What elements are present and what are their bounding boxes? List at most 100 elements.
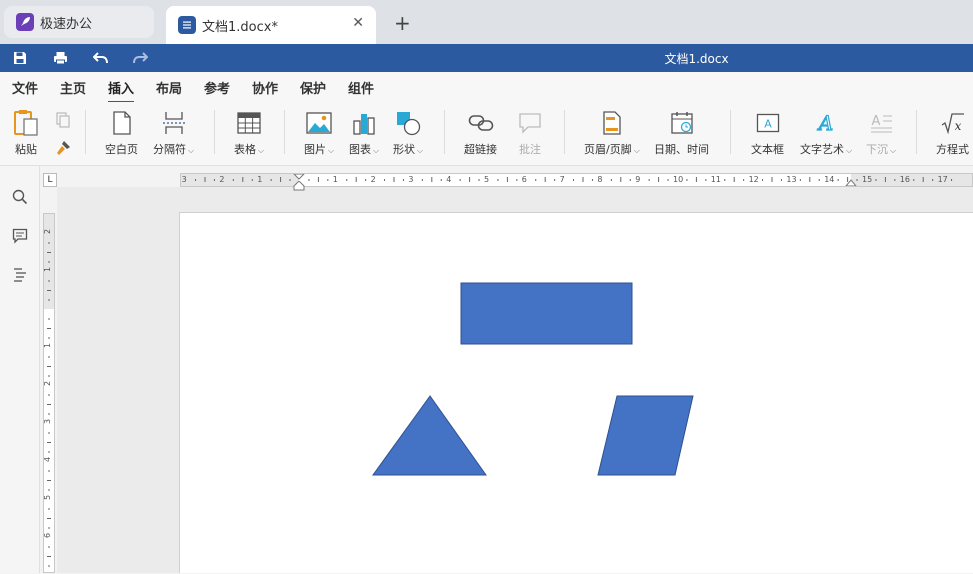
- separator-button[interactable]: 分隔符 ⌵: [153, 110, 194, 157]
- tab-plugins[interactable]: 组件: [348, 78, 374, 97]
- ruler-tick: [195, 179, 197, 181]
- ruler-tick: [48, 565, 50, 567]
- ruler-tick: [48, 546, 50, 548]
- ruler-tick: [837, 179, 839, 181]
- wordart-button[interactable]: A 文字艺术 ⌵: [800, 110, 852, 157]
- tab-file[interactable]: 文件: [12, 78, 38, 97]
- equation-label: 方程式: [936, 143, 969, 156]
- ruler-tick: [762, 179, 764, 181]
- ruler-tick: [384, 179, 386, 181]
- dropcap-button[interactable]: A 下沉 ⌵: [866, 110, 896, 157]
- rectangle-shape[interactable]: [460, 282, 633, 345]
- ruler-number: 5: [43, 494, 53, 501]
- date-time-label: 日期、时间: [654, 143, 709, 156]
- ruler-tick: [535, 179, 537, 181]
- comment-label: 批注: [519, 143, 541, 156]
- ribbon-divider: [85, 110, 86, 154]
- chevron-down-icon: ⌵: [258, 146, 265, 155]
- ruler-number: 13: [786, 175, 797, 184]
- ruler-tick: [48, 527, 50, 529]
- format-painter-icon[interactable]: [55, 140, 71, 159]
- navigation-icon[interactable]: [11, 265, 29, 283]
- textbox-button[interactable]: A 文本框: [751, 110, 784, 157]
- equation-button[interactable]: x 方程式: [936, 110, 969, 157]
- table-icon: [236, 110, 262, 136]
- tab-stop-selector[interactable]: L: [43, 173, 57, 187]
- header-footer-button[interactable]: 页眉/页脚 ⌵: [584, 110, 640, 157]
- ruler-tick: [780, 179, 782, 181]
- ruler-tick: [875, 179, 877, 181]
- tab-insert[interactable]: 插入: [108, 78, 135, 103]
- ruler-tick: [610, 179, 612, 181]
- shape-button[interactable]: 形状 ⌵: [393, 110, 423, 157]
- tab-collaborate[interactable]: 协作: [252, 78, 278, 97]
- copy-icon[interactable]: [55, 112, 71, 131]
- hyperlink-button[interactable]: 超链接: [464, 110, 497, 157]
- ruler-tick: [48, 432, 50, 434]
- right-indent-marker[interactable]: [845, 179, 857, 187]
- tab-layout[interactable]: 布局: [156, 78, 182, 97]
- svg-text:A: A: [817, 111, 833, 135]
- tab-jisu-office[interactable]: 极速办公: [4, 6, 154, 38]
- insert-ribbon: 粘贴 空白页 分隔符 ⌵ 表格 ⌵ 图片 ⌵ 图表 ⌵ 形状 ⌵ 超链接 批注 …: [0, 102, 973, 166]
- blank-page-button[interactable]: 空白页: [105, 110, 138, 157]
- left-indent-marker[interactable]: [293, 181, 305, 191]
- ruler-number: 3: [408, 175, 414, 184]
- new-tab-icon[interactable]: +: [394, 11, 411, 35]
- ruler-tick: [48, 299, 50, 301]
- ruler-tick: [232, 179, 234, 181]
- ruler-tick: [951, 179, 953, 181]
- bar-chart-icon: [351, 110, 377, 136]
- chart-button[interactable]: 图表 ⌵: [349, 110, 379, 157]
- ruler-tick: [346, 179, 348, 181]
- ruler-tick: [47, 480, 51, 481]
- ruler-tick: [573, 179, 575, 181]
- ruler-tick: [506, 177, 508, 182]
- ruler-tick: [270, 179, 272, 181]
- ruler-tick: [47, 252, 51, 253]
- tab-home[interactable]: 主页: [60, 78, 86, 97]
- ruler-tick: [695, 177, 697, 182]
- ruler-tick: [47, 366, 51, 367]
- tab-references[interactable]: 参考: [204, 78, 230, 97]
- tab-label: 极速办公: [40, 16, 93, 32]
- paste-button[interactable]: 粘贴: [13, 110, 39, 157]
- ruler-tick: [242, 177, 244, 182]
- comment-button[interactable]: 批注: [517, 110, 543, 157]
- paste-label: 粘贴: [15, 143, 37, 156]
- chevron-down-icon: ⌵: [188, 146, 195, 155]
- tab-protect[interactable]: 保护: [300, 78, 326, 97]
- table-button[interactable]: 表格 ⌵: [234, 110, 264, 157]
- ruler-tick: [355, 177, 357, 182]
- ruler-tick: [48, 318, 50, 320]
- vertical-ruler[interactable]: 2 1 1 2 3 4 5 6: [43, 213, 55, 573]
- ruler-number: 6: [43, 532, 53, 539]
- search-icon[interactable]: [11, 188, 29, 206]
- tab-document[interactable]: 文档1.docx* ✕: [166, 6, 376, 44]
- header-footer-label: 页眉/页脚: [584, 143, 632, 156]
- picture-button[interactable]: 图片 ⌵: [304, 110, 334, 157]
- ruler-tick: [440, 179, 442, 181]
- ruler-tick: [469, 177, 471, 182]
- comments-icon[interactable]: [11, 227, 29, 245]
- ruler-tick: [213, 179, 215, 181]
- ruler-tick: [894, 179, 896, 181]
- blank-page-label: 空白页: [105, 143, 138, 156]
- ruler-tick: [48, 280, 50, 282]
- ruler-tick: [431, 177, 433, 182]
- ruler-tick: [648, 179, 650, 181]
- ruler-number: 15: [862, 175, 873, 184]
- ruler-tick: [629, 179, 631, 181]
- ribbon-divider: [444, 110, 445, 154]
- ruler-tick: [48, 508, 50, 510]
- date-time-button[interactable]: 日期、时间: [654, 110, 709, 157]
- ruler-number: 8: [597, 175, 603, 184]
- parallelogram-shape[interactable]: [597, 395, 694, 476]
- document-page[interactable]: [179, 212, 973, 573]
- ruler-tick: [289, 179, 291, 181]
- close-icon[interactable]: ✕: [352, 15, 364, 31]
- ruler-number: 1: [43, 342, 53, 349]
- ruler-tick: [48, 375, 50, 377]
- triangle-shape[interactable]: [372, 395, 487, 476]
- ruler-tick: [686, 179, 688, 181]
